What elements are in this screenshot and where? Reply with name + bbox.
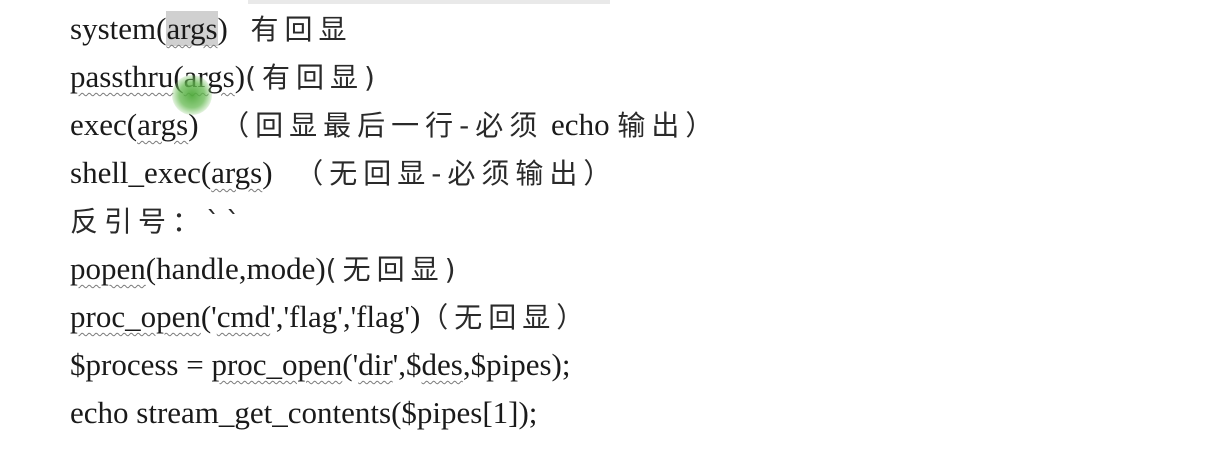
- code-text: ): [234, 59, 246, 94]
- code-text: ',$: [392, 347, 422, 382]
- comment-text: 输出）: [617, 109, 720, 142]
- comment-text: 反引号：``: [70, 205, 247, 238]
- doc-line-exec: exec(args) （回显最后一行-必须 echo 输出）: [70, 104, 1170, 152]
- doc-line-echo: echo stream_get_contents($pipes[1]);: [70, 392, 1170, 440]
- code-text: popen: [70, 251, 146, 286]
- doc-line-backtick: 反引号：``: [70, 200, 1170, 248]
- comment-text: （无回显-必须输出）: [280, 157, 618, 190]
- code-text: passthru: [70, 59, 174, 94]
- doc-line-system: system(args) 有回显: [70, 8, 1170, 56]
- comment-text: (无回显): [325, 253, 462, 286]
- code-text: echo: [543, 107, 618, 142]
- code-text: ): [262, 155, 281, 190]
- code-text: ','flag','flag'): [270, 299, 421, 334]
- comment-text: 有回显: [235, 13, 353, 46]
- document-body: system(args) 有回显 passthru(args)(有回显) exe…: [70, 8, 1170, 440]
- code-arg: dir: [358, 347, 393, 382]
- code-text: (': [200, 299, 217, 334]
- code-text: (': [342, 347, 359, 382]
- code-arg: des: [421, 347, 463, 382]
- doc-line-proc-open: proc_open('cmd','flag','flag')（无回显）: [70, 296, 1170, 344]
- doc-line-shell-exec: shell_exec(args) （无回显-必须输出）: [70, 152, 1170, 200]
- code-text: echo stream_get_contents($pipes[1]);: [70, 395, 538, 430]
- comment-text: (有回显): [245, 61, 381, 94]
- doc-line-process: $process = proc_open('dir',$des,$pipes);: [70, 344, 1170, 392]
- code-text: exec(: [70, 107, 138, 142]
- code-text: $process =: [70, 347, 212, 382]
- code-text: proc_open: [211, 347, 343, 382]
- code-text: shell_exec(: [70, 155, 212, 190]
- window-top-edge: [248, 0, 610, 4]
- doc-line-popen: popen(handle,mode)(无回显): [70, 248, 1170, 296]
- code-text: ): [217, 11, 236, 46]
- code-text: system(: [70, 11, 167, 46]
- pointer-highlight: [172, 75, 212, 115]
- code-arg: args: [211, 155, 263, 190]
- code-arg-highlighted: args: [166, 11, 218, 46]
- comment-text: （无回显）: [420, 301, 591, 334]
- code-arg: args: [137, 107, 189, 142]
- comment-text: （回显最后一行-必须: [206, 109, 544, 142]
- code-arg: cmd: [216, 299, 271, 334]
- doc-line-passthru: passthru(args)(有回显): [70, 56, 1170, 104]
- code-text: proc_open: [70, 299, 201, 334]
- code-text: ,$pipes);: [462, 347, 571, 382]
- code-text: (handle,mode): [145, 251, 326, 286]
